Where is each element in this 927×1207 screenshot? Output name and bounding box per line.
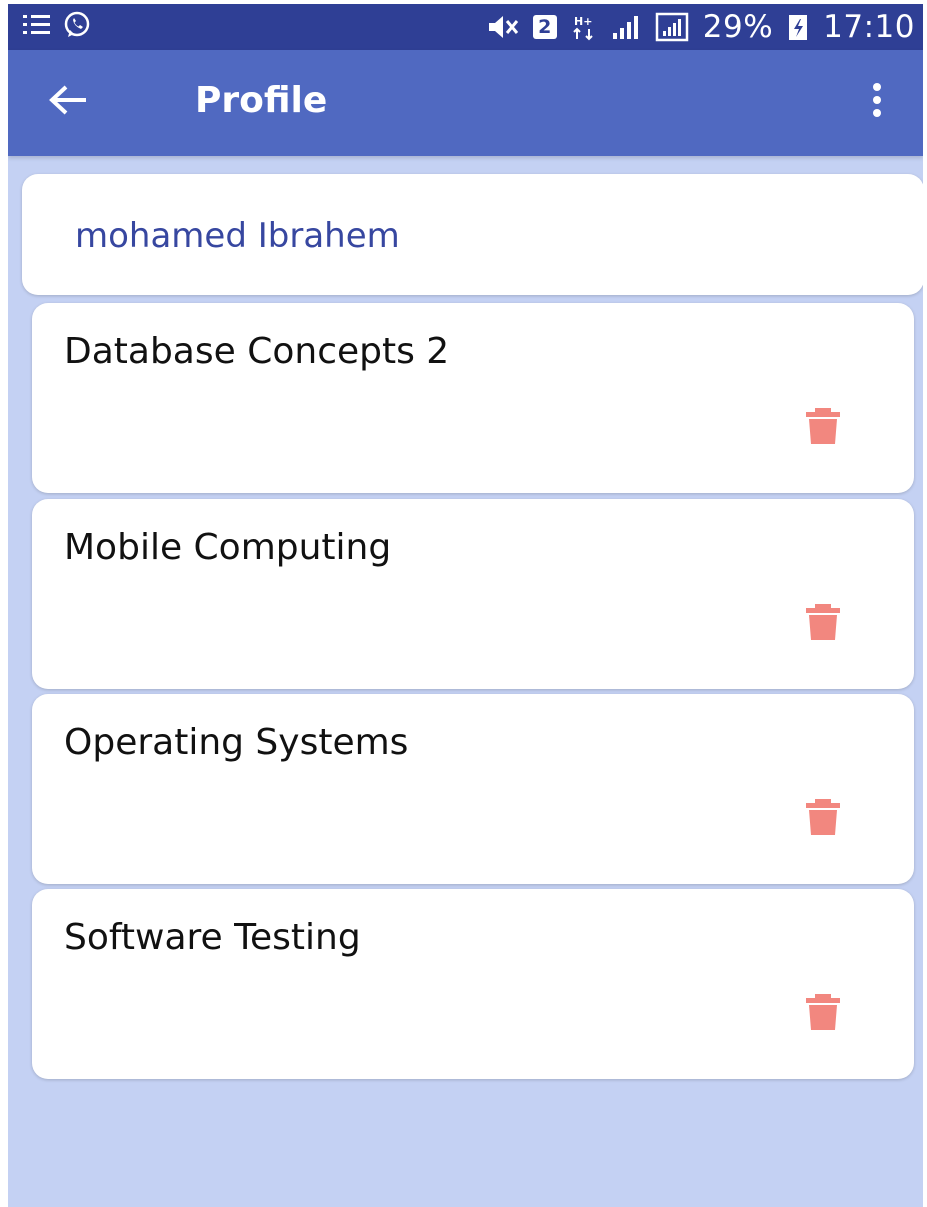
course-card[interactable]: Database Concepts 2 <box>32 303 914 493</box>
course-card[interactable]: Mobile Computing <box>32 499 914 689</box>
profile-name: mohamed Ibrahem <box>75 216 400 256</box>
app-screen: 2 H+ 29% 17:10 Profile mohamed Ibrahem D… <box>8 4 923 1207</box>
app-bar: Profile <box>8 50 923 156</box>
arrow-left-icon <box>48 83 88 121</box>
page-title: Profile <box>195 80 328 121</box>
delete-course-button[interactable] <box>802 603 844 645</box>
trash-icon <box>805 993 841 1035</box>
battery-icon <box>787 12 809 42</box>
more-vert-icon <box>871 82 883 122</box>
course-title: Software Testing <box>64 917 361 958</box>
list-icon <box>22 12 52 38</box>
overflow-menu-button[interactable] <box>853 78 901 126</box>
trash-icon <box>805 407 841 449</box>
course-title: Database Concepts 2 <box>64 331 450 372</box>
course-card[interactable]: Software Testing <box>32 889 914 1079</box>
profile-name-card: mohamed Ibrahem <box>22 174 923 295</box>
data-icon: H+ <box>571 13 597 41</box>
signal-icon <box>611 13 641 41</box>
trash-icon <box>805 603 841 645</box>
course-title: Operating Systems <box>64 722 409 763</box>
mute-icon <box>485 13 519 41</box>
sim-icon: 2 <box>532 15 557 39</box>
back-button[interactable] <box>44 78 92 126</box>
delete-course-button[interactable] <box>802 407 844 449</box>
course-title: Mobile Computing <box>64 527 392 568</box>
status-time: 17:10 <box>823 9 915 45</box>
signal-icon-2 <box>655 12 689 42</box>
delete-course-button[interactable] <box>802 993 844 1035</box>
course-card[interactable]: Operating Systems <box>32 694 914 884</box>
trash-icon <box>805 798 841 840</box>
battery-percent: 29% <box>702 9 774 45</box>
status-bar-left <box>22 10 92 40</box>
delete-course-button[interactable] <box>802 798 844 840</box>
whatsapp-icon <box>62 10 92 40</box>
svg-text:H+: H+ <box>574 15 592 28</box>
status-bar-right: 2 H+ 29% 17:10 <box>485 6 915 48</box>
status-bar: 2 H+ 29% 17:10 <box>8 4 923 50</box>
